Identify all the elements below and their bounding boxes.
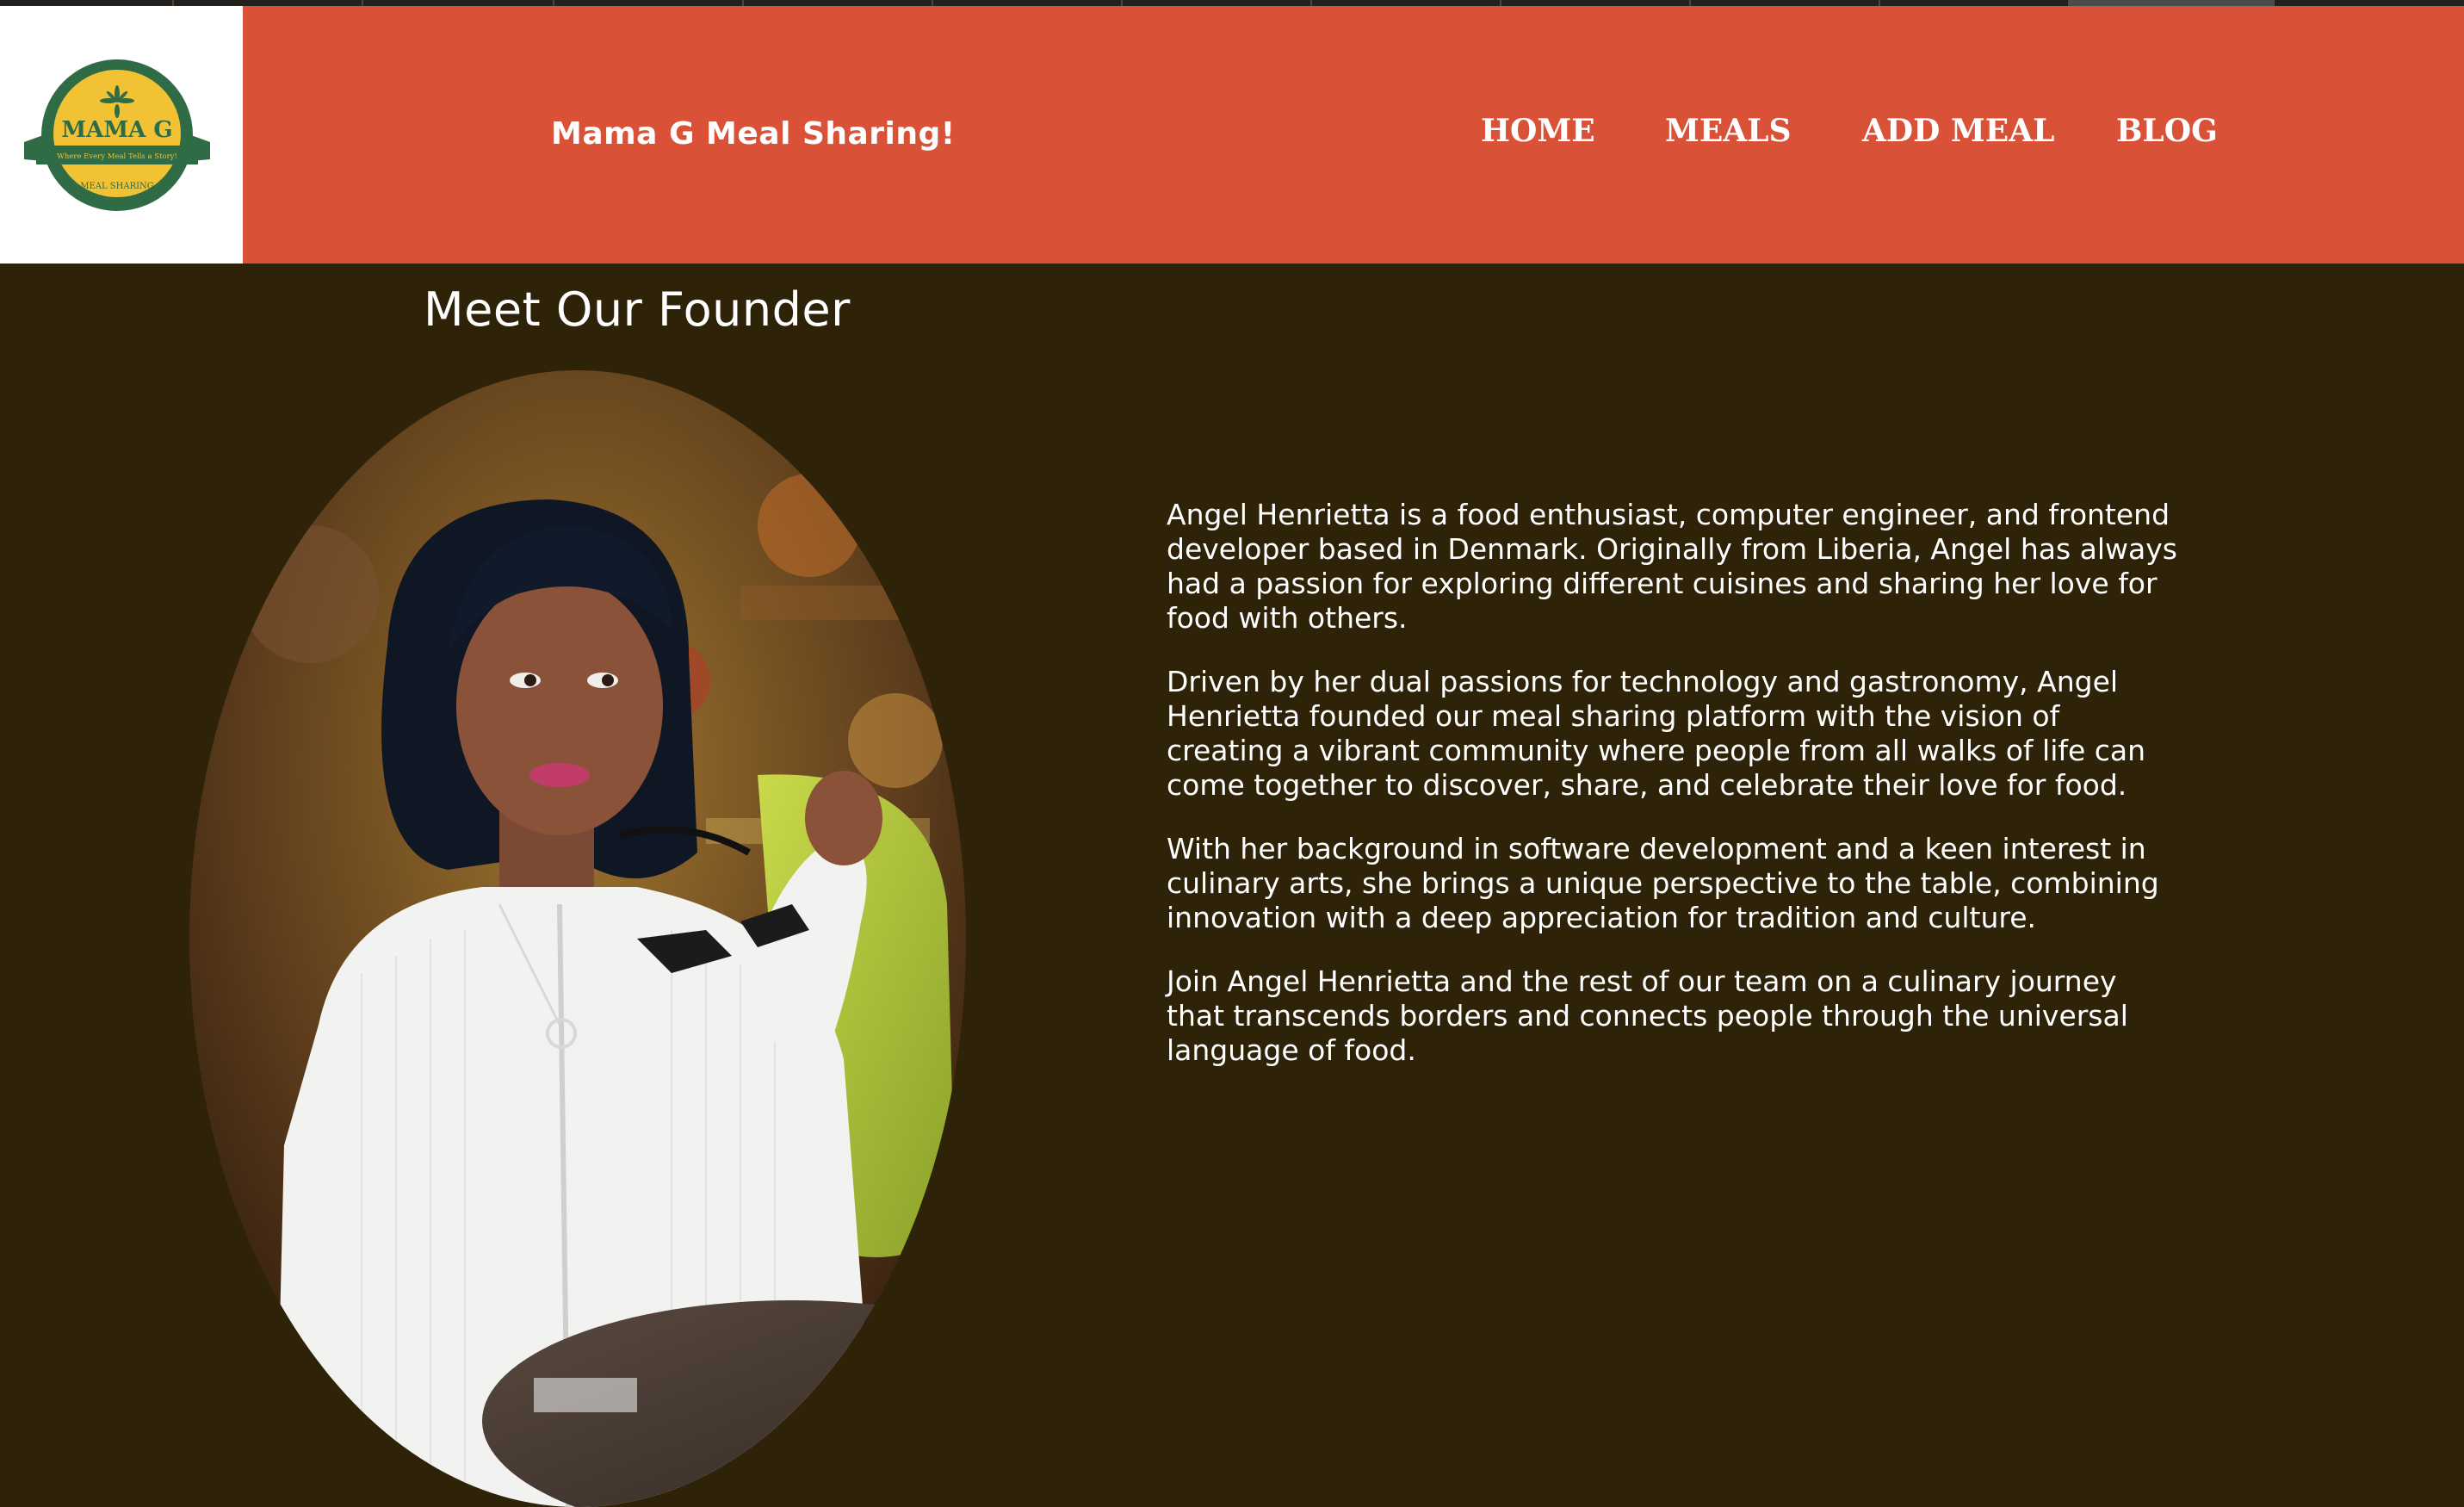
bio-paragraph: Join Angel Henrietta and the rest of our…: [1167, 964, 2128, 1067]
tab-divider: [1500, 0, 1501, 6]
tab-divider: [742, 0, 744, 6]
tab-divider: [1689, 0, 1691, 6]
active-tab-indicator: [2068, 0, 2275, 6]
nav-blog-link[interactable]: BLOG: [2116, 113, 2218, 149]
tab-divider: [172, 0, 174, 6]
tab-divider: [1310, 0, 1312, 6]
tab-divider: [553, 0, 554, 6]
logo-ribbon-text: MEAL SHARING: [80, 182, 154, 191]
bio-paragraph: With her background in software developm…: [1167, 832, 2159, 934]
logo-emblem: MAMA G Where Every Meal Tells a Story! M…: [24, 59, 210, 211]
founder-bio: Angel Henrietta is a food enthusiast, co…: [1167, 498, 2182, 1097]
bio-paragraph: Driven by her dual passions for technolo…: [1167, 665, 2146, 802]
founder-section: Meet Our Founder Angel Henrietta is a fo…: [0, 264, 2464, 1507]
bio-paragraph: Angel Henrietta is a food enthusiast, co…: [1167, 498, 2177, 635]
site-header: MAMA G Where Every Meal Tells a Story! M…: [0, 6, 2464, 264]
logo-name: MAMA G: [61, 117, 172, 143]
nav-home-link[interactable]: HOME: [1481, 113, 1595, 149]
nav-add-meal-link[interactable]: ADD MEAL: [1862, 113, 2054, 149]
tab-divider: [1121, 0, 1123, 6]
tab-divider: [362, 0, 363, 6]
brand-title: Mama G Meal Sharing!: [551, 116, 956, 152]
logo-tagline: Where Every Meal Tells a Story!: [57, 152, 177, 161]
founder-photo: [189, 370, 966, 1507]
tab-divider: [932, 0, 933, 6]
logo-link[interactable]: MAMA G Where Every Meal Tells a Story! M…: [0, 6, 243, 264]
section-heading: Meet Our Founder: [424, 282, 851, 337]
tab-divider: [1879, 0, 1880, 6]
browser-tab-strip: [0, 0, 2464, 6]
nav-meals-link[interactable]: MEALS: [1665, 113, 1792, 149]
